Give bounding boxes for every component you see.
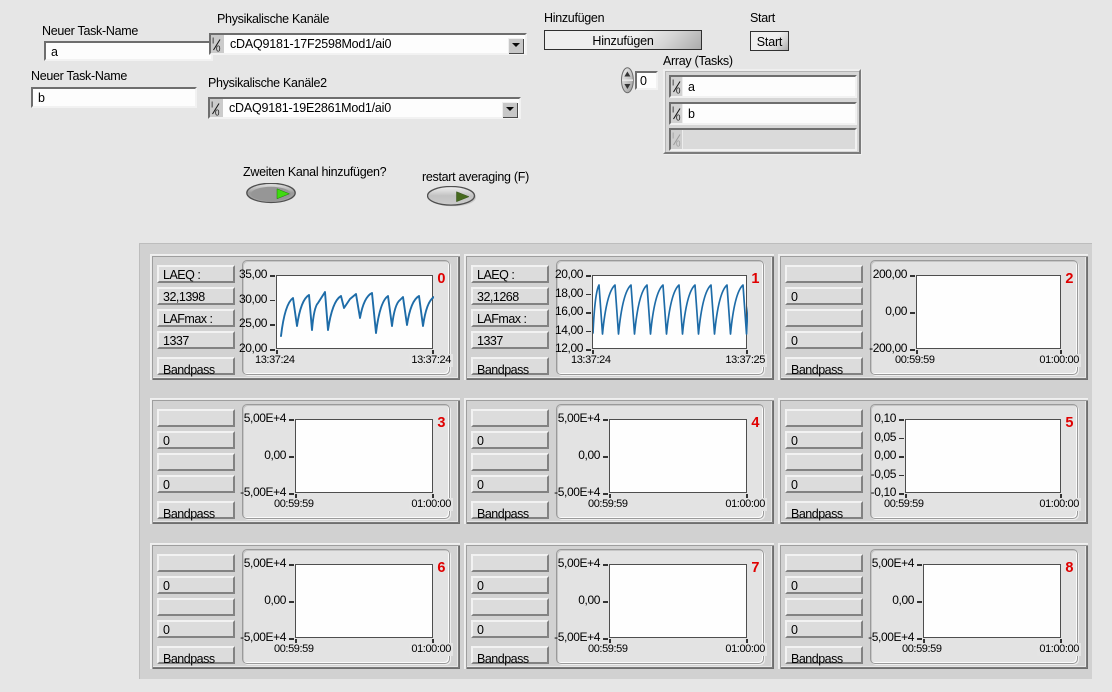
svg-text:I: I <box>212 37 214 46</box>
svg-text:0: 0 <box>676 140 681 148</box>
svg-text:0: 0 <box>676 113 681 121</box>
svg-text:I: I <box>672 132 674 141</box>
svg-text:I: I <box>672 79 674 88</box>
svg-text:I: I <box>211 101 213 110</box>
svg-text:0: 0 <box>216 45 221 53</box>
svg-text:0: 0 <box>676 87 681 95</box>
svg-text:I: I <box>672 106 674 115</box>
svg-text:0: 0 <box>215 109 220 117</box>
